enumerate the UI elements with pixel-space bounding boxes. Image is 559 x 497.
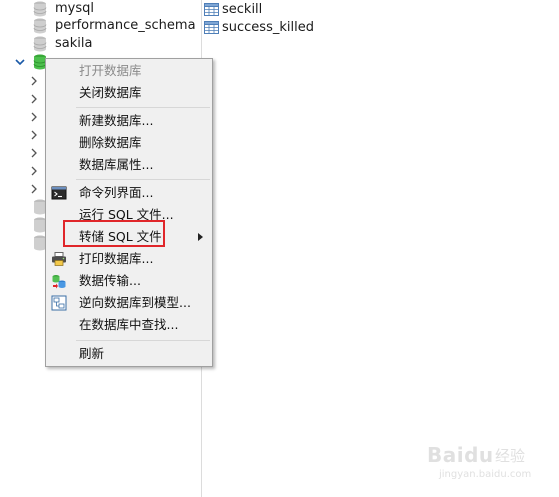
baidu-watermark: Baidu 经验 jingyan.baidu.com <box>425 443 555 483</box>
tree-item-performance-schema[interactable]: performance_schema <box>0 17 200 35</box>
menu-item-label: 关闭数据库 <box>79 85 142 100</box>
watermark-url: jingyan.baidu.com <box>439 469 532 480</box>
chevron-right-icon[interactable] <box>29 166 39 176</box>
menu-separator <box>76 107 210 108</box>
menu-item-label: 新建数据库... <box>79 113 154 128</box>
menu-item-close-database[interactable]: 关闭数据库 <box>46 82 212 104</box>
chevron-right-icon[interactable] <box>29 184 39 194</box>
app-window: mysql performance_schema sakila seckill … <box>0 0 559 497</box>
tree-item-label: performance_schema <box>55 18 196 33</box>
console-icon <box>51 186 67 200</box>
menu-item-console[interactable]: 命令列界面... <box>46 182 212 204</box>
tree-item-mysql[interactable]: mysql <box>0 0 200 18</box>
table-item-success-killed[interactable]: success_killed <box>202 19 402 37</box>
menu-item-database-properties[interactable]: 数据库属性... <box>46 154 212 176</box>
chevron-right-icon[interactable] <box>29 76 39 86</box>
menu-separator <box>76 179 210 180</box>
tree-item-label: mysql <box>55 1 94 16</box>
table-item-label: seckill <box>222 2 263 17</box>
menu-item-reverse-to-model[interactable]: 逆向数据库到模型... <box>46 292 212 314</box>
menu-item-label: 打开数据库 <box>79 63 142 78</box>
watermark-sub: 经验 <box>495 447 526 465</box>
menu-item-label: 命令列界面... <box>79 185 154 200</box>
menu-item-label: 刷新 <box>79 346 105 361</box>
menu-item-label: 逆向数据库到模型... <box>79 295 191 310</box>
object-list-pane: seckill success_killed <box>202 0 559 497</box>
menu-item-label: 数据库属性... <box>79 157 154 172</box>
table-item-label: success_killed <box>222 20 314 35</box>
submenu-arrow-icon <box>198 233 203 241</box>
menu-item-delete-database[interactable]: 删除数据库 <box>46 132 212 154</box>
database-icon <box>33 36 47 52</box>
menu-item-label: 删除数据库 <box>79 135 142 150</box>
chevron-down-icon[interactable] <box>15 57 25 67</box>
context-menu: 打开数据库 关闭数据库 新建数据库... 删除数据库 数据库属性... 命令列界… <box>45 58 213 367</box>
database-icon <box>33 1 47 17</box>
watermark-brand: Baidu <box>427 443 494 467</box>
menu-item-print-database[interactable]: 打印数据库... <box>46 248 212 270</box>
table-icon <box>204 3 219 16</box>
model-icon <box>51 295 67 311</box>
table-item-seckill[interactable]: seckill <box>202 1 402 19</box>
menu-item-label: 打印数据库... <box>79 251 154 266</box>
menu-item-find-in-database[interactable]: 在数据库中查找... <box>46 314 212 336</box>
menu-item-data-transfer[interactable]: 数据传输... <box>46 270 212 292</box>
chevron-right-icon[interactable] <box>29 94 39 104</box>
tree-item-label: sakila <box>55 36 93 51</box>
menu-item-open-database[interactable]: 打开数据库 <box>46 60 212 82</box>
annotation-highlight-box <box>63 220 165 247</box>
menu-item-label: 在数据库中查找... <box>79 317 179 332</box>
menu-item-label: 数据传输... <box>79 273 141 288</box>
table-icon <box>204 21 219 34</box>
chevron-right-icon[interactable] <box>29 112 39 122</box>
menu-item-refresh[interactable]: 刷新 <box>46 343 212 365</box>
database-icon <box>33 18 47 34</box>
chevron-right-icon[interactable] <box>29 130 39 140</box>
chevron-right-icon[interactable] <box>29 148 39 158</box>
menu-separator <box>76 340 210 341</box>
menu-item-new-database[interactable]: 新建数据库... <box>46 110 212 132</box>
printer-icon <box>52 252 66 266</box>
tree-item-sakila[interactable]: sakila <box>0 35 200 53</box>
data-transfer-icon <box>52 275 66 289</box>
